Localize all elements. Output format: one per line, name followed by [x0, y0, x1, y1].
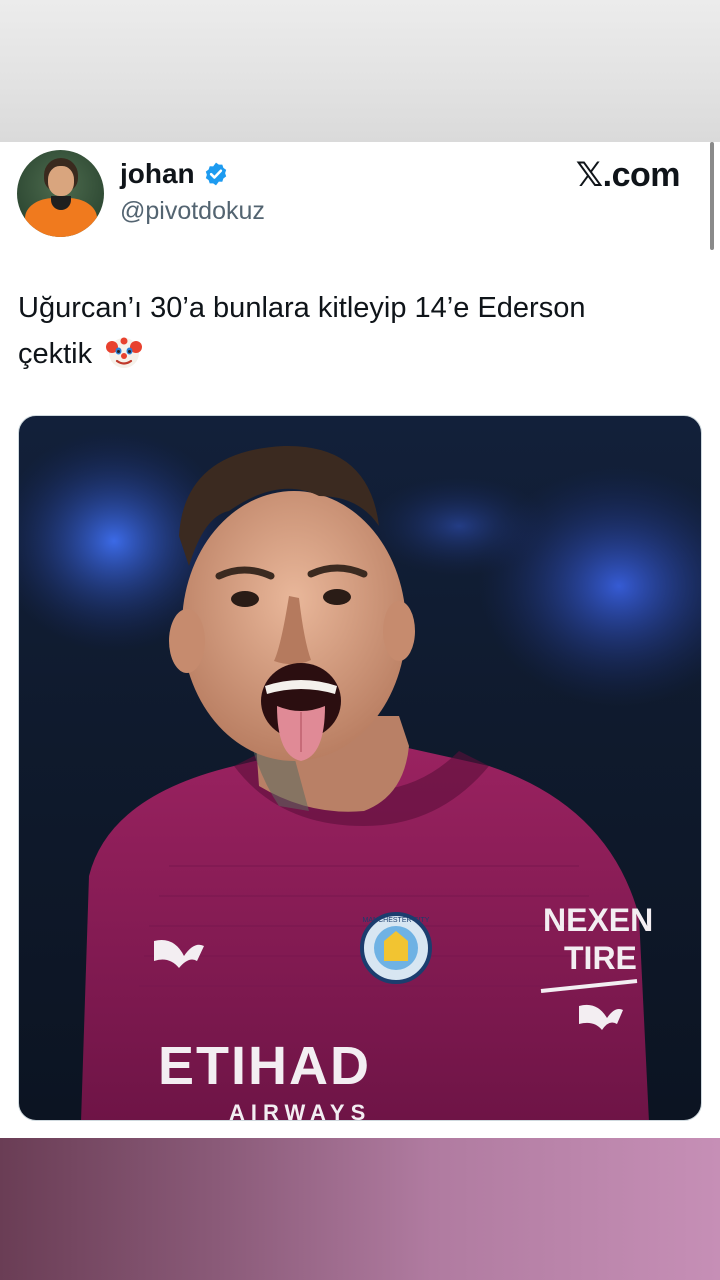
top-blurred-background [0, 0, 720, 142]
tweet-text: Uğurcan’ı 30’a bunlara kitleyip 14’e Ede… [18, 285, 698, 377]
chest-sponsor: ETIHAD [158, 1036, 371, 1096]
tweet-text-line-2: çektik [18, 338, 93, 370]
verified-badge-icon [205, 162, 226, 186]
chest-sponsor-sub: AIRWAYS [229, 1100, 371, 1121]
tweet-text-line-1: Uğurcan’ı 30’a bunlara kitleyip 14’e Ede… [18, 292, 586, 324]
avatar[interactable] [17, 150, 104, 237]
scrollbar[interactable] [710, 142, 714, 250]
sleeve-sponsor-line2: TIRE [564, 940, 637, 976]
goalkeeper-photo: MANCHESTER CITY ETIHAD AIRWAYS NEXEN TIR… [19, 431, 701, 1121]
clown-face-icon [106, 337, 143, 368]
crest-text: MANCHESTER CITY [363, 917, 430, 924]
tweet-media-image[interactable]: MANCHESTER CITY ETIHAD AIRWAYS NEXEN TIR… [18, 415, 702, 1121]
bottom-blurred-background [0, 1138, 720, 1280]
x-com-label: 𝕏.com [575, 156, 681, 194]
author-name-row: johan [120, 158, 229, 190]
sleeve-sponsor-line1: NEXEN [543, 902, 653, 938]
display-name[interactable]: johan [120, 158, 195, 190]
author-handle[interactable]: @pivotdokuz [120, 197, 265, 226]
